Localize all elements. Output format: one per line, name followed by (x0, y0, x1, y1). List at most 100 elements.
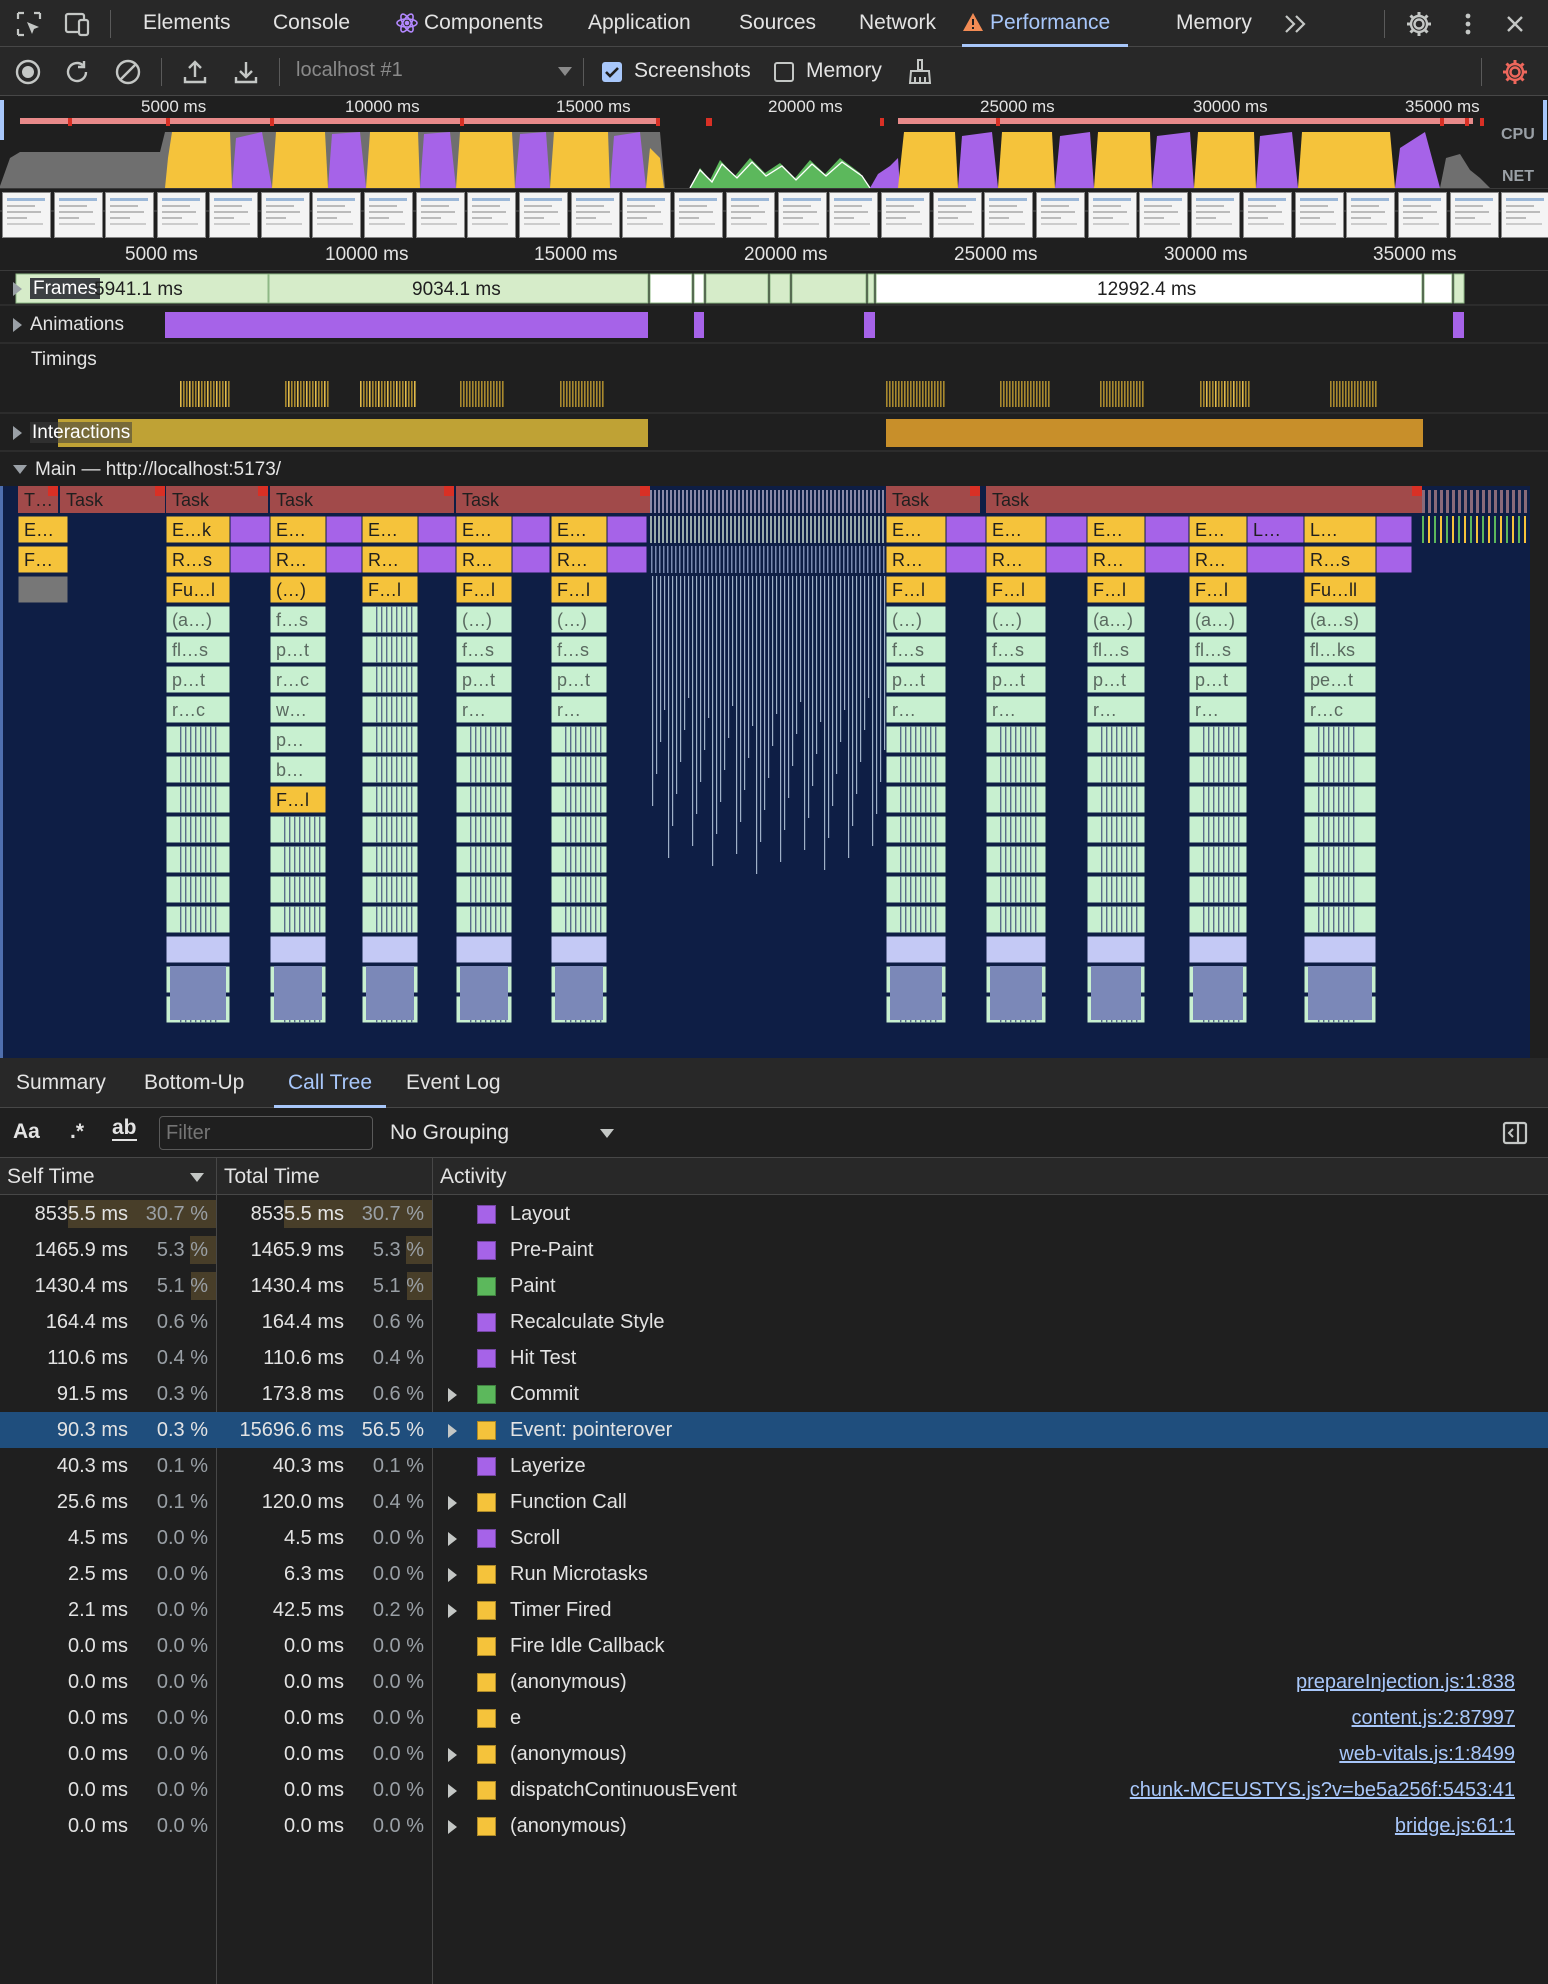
screenshot-thumbnail[interactable] (1397, 192, 1447, 238)
screenshot-thumbnail[interactable] (570, 192, 620, 238)
capture-settings-gear-icon[interactable] (1500, 57, 1530, 87)
call-tree-row[interactable]: 164.4 ms 0.6 % 164.4 ms 0.6 % Recalculate St… (0, 1304, 1548, 1340)
screenshot-thumbnail[interactable] (1501, 192, 1548, 238)
call-tree-row[interactable]: 0.0 ms 0.0 % 0.0 ms 0.0 % Fire Idle Callback (0, 1628, 1548, 1664)
screenshot-thumbnail[interactable] (984, 192, 1034, 238)
screenshot-thumbnail[interactable] (467, 192, 517, 238)
overview-right-handle[interactable] (1543, 100, 1547, 140)
call-tree-row[interactable]: 90.3 ms 0.3 % 15696.6 ms 56.5 % Event: point… (0, 1412, 1548, 1448)
upload-profile-icon[interactable] (180, 57, 210, 87)
total-time-header[interactable]: Total Time (224, 1158, 320, 1195)
expand-row-triangle-icon[interactable] (448, 1496, 457, 1510)
more-tabs-icon[interactable] (1283, 12, 1309, 36)
call-tree-row[interactable]: 2.1 ms 0.0 % 42.5 ms 0.2 % Timer Fired (0, 1592, 1548, 1628)
screenshot-thumbnail[interactable] (725, 192, 775, 238)
memory-checkbox[interactable] (774, 62, 794, 82)
call-tree-row[interactable]: 91.5 ms 0.3 % 173.8 ms 0.6 % Commit (0, 1376, 1548, 1412)
profile-select[interactable]: localhost #1 (296, 47, 576, 95)
call-tree-row[interactable]: 25.6 ms 0.1 % 120.0 ms 0.4 % Function Call (0, 1484, 1548, 1520)
screenshot-thumbnail[interactable] (777, 192, 827, 238)
call-tree-row[interactable]: 0.0 ms 0.0 % 0.0 ms 0.0 % e content.js:2:8799… (0, 1700, 1548, 1736)
expand-row-triangle-icon[interactable] (448, 1568, 457, 1582)
expand-row-triangle-icon[interactable] (448, 1532, 457, 1546)
settings-gear-icon[interactable] (1404, 9, 1434, 39)
tab-event-log[interactable]: Event Log (406, 1058, 501, 1108)
tab-network[interactable]: Network (859, 0, 936, 47)
screenshot-thumbnail[interactable] (260, 192, 310, 238)
screenshots-checkbox[interactable] (602, 62, 622, 82)
device-toolbar-icon[interactable] (62, 9, 92, 39)
call-tree-row[interactable]: 4.5 ms 0.0 % 4.5 ms 0.0 % Scroll (0, 1520, 1548, 1556)
call-tree-row[interactable]: 2.5 ms 0.0 % 6.3 ms 0.0 % Run Microtasks (0, 1556, 1548, 1592)
regex-button[interactable]: .* (70, 1120, 84, 1144)
screenshot-thumbnail[interactable] (105, 192, 155, 238)
filter-input[interactable] (159, 1116, 373, 1150)
screenshot-thumbnail[interactable] (1087, 192, 1137, 238)
more-options-icon[interactable] (1453, 9, 1483, 39)
call-tree-row[interactable]: 1465.9 ms 5.3 % 1465.9 ms 5.3 % Pre-Paint (0, 1232, 1548, 1268)
tab-application[interactable]: Application (588, 0, 691, 47)
source-link[interactable]: content.js:2:87997 (1352, 1700, 1515, 1736)
tab-call-tree[interactable]: Call Tree (274, 1058, 387, 1108)
call-tree-row[interactable]: 0.0 ms 0.0 % 0.0 ms 0.0 % dispatchContinuous… (0, 1772, 1548, 1808)
reload-record-icon[interactable] (62, 57, 92, 87)
screenshot-thumbnail[interactable] (312, 192, 362, 238)
screenshot-thumbnail[interactable] (1036, 192, 1085, 238)
tab-sources[interactable]: Sources (739, 0, 816, 47)
garbage-collect-broom-icon[interactable] (905, 57, 935, 87)
call-tree-row[interactable]: 0.0 ms 0.0 % 0.0 ms 0.0 % (anonymous) web-vit… (0, 1736, 1548, 1772)
inspect-element-icon[interactable] (14, 9, 44, 39)
call-tree-row[interactable]: 1430.4 ms 5.1 % 1430.4 ms 5.1 % Paint (0, 1268, 1548, 1304)
tab-components[interactable]: Components (424, 0, 543, 47)
screenshots-filmstrip[interactable] (0, 188, 1548, 240)
source-link[interactable]: web-vitals.js:1:8499 (1339, 1736, 1515, 1772)
call-tree-row[interactable]: 0.0 ms 0.0 % 0.0 ms 0.0 % (anonymous) bridge.… (0, 1808, 1548, 1844)
tab-bottom-up[interactable]: Bottom-Up (144, 1058, 244, 1108)
call-tree-row[interactable]: 110.6 ms 0.4 % 110.6 ms 0.4 % Hit Test (0, 1340, 1548, 1376)
screenshot-thumbnail[interactable] (519, 192, 568, 238)
screenshot-thumbnail[interactable] (1191, 192, 1241, 238)
activity-header[interactable]: Activity (440, 1158, 507, 1195)
tab-console[interactable]: Console (273, 0, 350, 47)
download-profile-icon[interactable] (231, 57, 261, 87)
call-tree-row[interactable]: 0.0 ms 0.0 % 0.0 ms 0.0 % (anonymous) prepare… (0, 1664, 1548, 1700)
grouping-select[interactable]: No Grouping (390, 1108, 630, 1158)
close-devtools-icon[interactable] (1500, 9, 1530, 39)
overview-left-handle[interactable] (0, 100, 4, 140)
call-tree-row[interactable]: 40.3 ms 0.1 % 40.3 ms 0.1 % Layerize (0, 1448, 1548, 1484)
tab-memory[interactable]: Memory (1176, 0, 1252, 47)
screenshot-thumbnail[interactable] (622, 192, 672, 238)
screenshot-thumbnail[interactable] (53, 192, 103, 238)
screenshot-thumbnail[interactable] (1294, 192, 1344, 238)
whole-word-button[interactable]: ab (112, 1117, 137, 1141)
screenshot-thumbnail[interactable] (932, 192, 982, 238)
source-link[interactable]: bridge.js:61:1 (1395, 1808, 1515, 1844)
screenshot-thumbnail[interactable] (829, 192, 879, 238)
expand-row-triangle-icon[interactable] (448, 1424, 457, 1438)
expand-row-triangle-icon[interactable] (448, 1388, 457, 1402)
screenshot-thumbnail[interactable] (363, 192, 413, 238)
tab-summary[interactable]: Summary (16, 1058, 106, 1108)
call-tree-table[interactable]: 8535.5 ms 30.7 % 8535.5 ms 30.7 % Layout 1465… (0, 1196, 1548, 1984)
source-link[interactable]: chunk-MCEUSTYS.js?v=be5a256f:5453:41 (1130, 1772, 1515, 1808)
call-tree-row[interactable]: 8535.5 ms 30.7 % 8535.5 ms 30.7 % Layout (0, 1196, 1548, 1232)
screenshot-thumbnail[interactable] (2, 192, 51, 238)
screenshot-thumbnail[interactable] (1449, 192, 1499, 238)
clear-icon[interactable] (113, 57, 143, 87)
match-case-button[interactable]: Aa (13, 1120, 40, 1144)
expand-row-triangle-icon[interactable] (448, 1748, 457, 1762)
record-icon[interactable] (13, 57, 43, 87)
flame-chart-area[interactable]: Frames 5941.1 ms 9034.1 ms 12992.4 ms An… (0, 271, 1548, 1058)
expand-row-triangle-icon[interactable] (448, 1820, 457, 1834)
screenshot-thumbnail[interactable] (674, 192, 724, 238)
tab-performance[interactable]: Performance (962, 0, 1129, 47)
screenshot-thumbnail[interactable] (415, 192, 465, 238)
expand-row-triangle-icon[interactable] (448, 1604, 457, 1618)
screenshot-thumbnail[interactable] (157, 192, 207, 238)
screenshot-thumbnail[interactable] (208, 192, 258, 238)
expand-row-triangle-icon[interactable] (448, 1784, 457, 1798)
screenshot-thumbnail[interactable] (1346, 192, 1396, 238)
screenshot-thumbnail[interactable] (880, 192, 930, 238)
tab-elements[interactable]: Elements (143, 0, 231, 47)
self-time-header[interactable]: Self Time (7, 1158, 207, 1195)
